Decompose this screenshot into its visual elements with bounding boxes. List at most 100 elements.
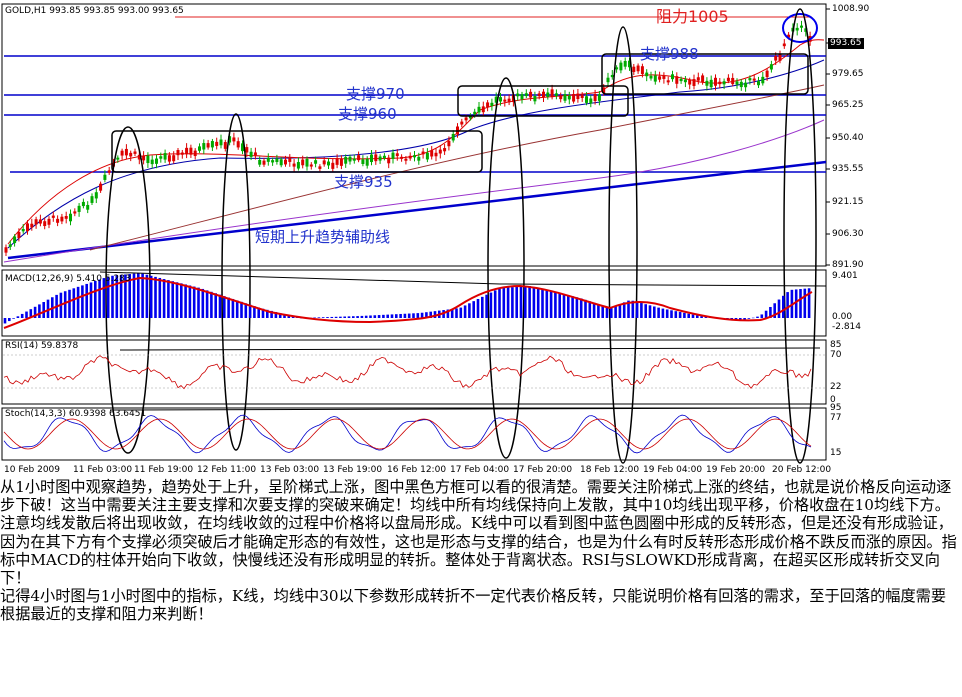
candle-body <box>382 155 386 159</box>
candle-body <box>795 27 799 31</box>
macd-bar <box>102 278 106 318</box>
time-axis-label: 10 Feb 2009 <box>4 465 61 475</box>
candle-body <box>21 228 25 232</box>
candle-body <box>782 43 786 47</box>
macd-bar <box>343 316 346 318</box>
candle-body <box>447 140 451 147</box>
macd-bar <box>12 318 15 319</box>
macd-bar <box>141 273 144 318</box>
candle-body <box>327 161 330 166</box>
macd-bar <box>782 295 785 318</box>
macd-bar <box>149 275 153 318</box>
candle-body <box>107 170 111 173</box>
macd-bar <box>481 296 484 318</box>
candle-body <box>387 157 391 164</box>
macd-bar <box>614 305 617 318</box>
candle-body <box>288 158 292 162</box>
candle-body <box>193 150 197 157</box>
candle-body <box>438 149 442 154</box>
macd-bar <box>197 287 200 318</box>
macd-bar <box>528 286 531 318</box>
macd-bar <box>584 299 587 318</box>
macd-bar <box>373 315 377 318</box>
macd-bar <box>545 290 549 318</box>
candle-body <box>649 75 653 79</box>
macd-bar <box>635 301 639 318</box>
candle-body <box>361 159 365 164</box>
macd-bar <box>154 276 157 318</box>
candle-body <box>671 74 674 80</box>
macd-bar <box>326 317 329 318</box>
macd-bar <box>588 301 592 318</box>
candle-body <box>206 143 210 148</box>
candle-body <box>56 218 60 223</box>
candle-body <box>352 158 356 161</box>
chart-symbol-header: GOLD,H1 993.85 993.85 993.00 993.65 <box>5 6 184 16</box>
time-axis-label: 16 Feb 12:00 <box>387 465 447 475</box>
macd-axis-label: 0.00 <box>832 312 853 322</box>
macd-bar <box>597 304 600 318</box>
candle-body <box>77 205 81 212</box>
macd-bar <box>25 311 28 318</box>
price-axis-label: 979.65 <box>832 69 864 79</box>
candle-body <box>722 81 726 85</box>
time-axis-label: 20 Feb 12:00 <box>772 465 832 475</box>
candle-body <box>425 152 429 160</box>
candle-body <box>417 156 421 161</box>
macd-bar <box>210 291 213 318</box>
macd-bar <box>459 307 463 318</box>
candle-body <box>739 81 743 88</box>
macd-bar <box>502 287 506 318</box>
macd-bar <box>158 277 162 318</box>
time-axis-label: 17 Feb 04:00 <box>450 465 510 475</box>
macd-bar <box>184 284 187 318</box>
macd-bar <box>205 290 209 318</box>
macd-bar <box>661 308 665 318</box>
candle-body <box>172 155 176 162</box>
price-chart[interactable] <box>0 0 962 478</box>
rsi-axis-label: 85 <box>830 340 842 350</box>
time-axis-label: 11 Feb 19:00 <box>134 465 194 475</box>
candle-body <box>507 98 511 103</box>
candle-body <box>314 160 318 164</box>
candle-body <box>683 79 687 83</box>
candle-body <box>731 77 735 85</box>
macd-bar <box>493 290 497 318</box>
macd-bar <box>407 313 411 318</box>
macd-bar <box>567 295 570 318</box>
support-970-label: 支撑970 <box>346 85 405 103</box>
macd-bar <box>653 306 656 318</box>
macd-bar <box>8 318 11 322</box>
stoch-label: Stoch(14,3,3) 60.9398 63.6451 <box>5 409 147 419</box>
macd-bar <box>687 313 690 318</box>
candle-body <box>503 99 507 102</box>
macd-bar <box>145 274 149 318</box>
macd-bar <box>214 293 217 318</box>
rsi-axis-label: 70 <box>830 350 842 360</box>
candle-body <box>516 93 520 97</box>
candle-body <box>726 77 730 82</box>
macd-bar <box>382 314 385 318</box>
candle-body <box>701 75 705 82</box>
macd-bar <box>227 297 230 318</box>
candle-body <box>232 137 236 142</box>
macd-bar <box>648 305 652 318</box>
candle-body <box>124 148 128 156</box>
stoch-axis-label: 77 <box>830 413 842 423</box>
candle-body <box>774 56 778 61</box>
candle-body <box>714 77 717 86</box>
candle-body <box>305 158 309 167</box>
candle-body <box>210 141 214 148</box>
support-988-label: 支撑988 <box>640 45 699 63</box>
candle-body <box>90 196 94 203</box>
macd-bar <box>137 273 140 318</box>
candle-body <box>279 159 283 166</box>
macd-bar <box>678 312 682 318</box>
candle-body <box>284 159 287 165</box>
candle-body <box>86 204 90 210</box>
candle-body <box>529 91 533 98</box>
macd-bar <box>38 304 41 318</box>
candle-body <box>99 183 103 191</box>
rsi-axis-label: 22 <box>830 382 842 392</box>
candle-body <box>322 160 326 165</box>
